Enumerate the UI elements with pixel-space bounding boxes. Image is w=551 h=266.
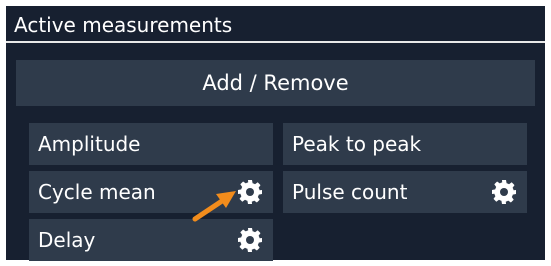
measurement-label: Amplitude [38,132,141,156]
add-remove-button[interactable]: Add / Remove [16,60,535,106]
measurement-label: Peak to peak [292,132,422,156]
callout-arrow-icon [192,191,236,222]
measurement-pulse-count[interactable]: Pulse count [283,171,527,213]
measurement-label: Cycle mean [38,180,156,204]
panel-title: Active measurements [14,13,233,37]
active-measurements-panel: Active measurements Add / Remove Amplitu… [6,6,545,261]
measurement-label: Delay [38,228,96,252]
measurement-peak-to-peak[interactable]: Peak to peak [283,123,527,165]
header-divider [6,41,545,43]
measurement-label: Pulse count [292,180,408,204]
panel-header: Active measurements [6,6,545,44]
screenshot-frame: Active measurements Add / Remove Amplitu… [0,0,551,266]
measurement-delay[interactable]: Delay [29,219,273,261]
gear-icon[interactable] [491,179,517,205]
gear-icon[interactable] [237,227,263,253]
gear-icon[interactable] [237,179,263,205]
measurement-amplitude[interactable]: Amplitude [29,123,273,165]
